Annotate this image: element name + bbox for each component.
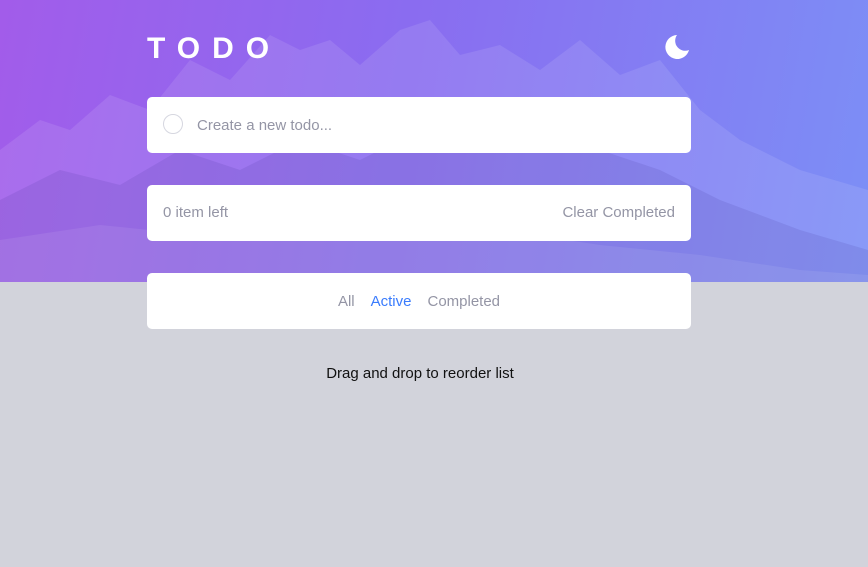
new-todo-input[interactable] <box>197 111 667 139</box>
app-title: TODO <box>147 32 282 65</box>
drag-hint: Drag and drop to reorder list <box>326 365 514 382</box>
filter-active[interactable]: Active <box>371 293 412 310</box>
items-left-count: 0 item left <box>163 204 229 221</box>
new-todo-card <box>147 97 691 153</box>
moon-icon <box>665 35 689 59</box>
status-bar: 0 item left Clear Completed <box>147 185 691 241</box>
theme-toggle-button[interactable] <box>660 30 694 64</box>
clear-completed-button[interactable]: Clear Completed <box>562 204 675 221</box>
filter-all[interactable]: All <box>338 293 355 310</box>
filter-completed[interactable]: Completed <box>427 293 500 310</box>
check-circle-icon[interactable] <box>163 114 183 134</box>
filter-bar: All Active Completed <box>147 273 691 329</box>
